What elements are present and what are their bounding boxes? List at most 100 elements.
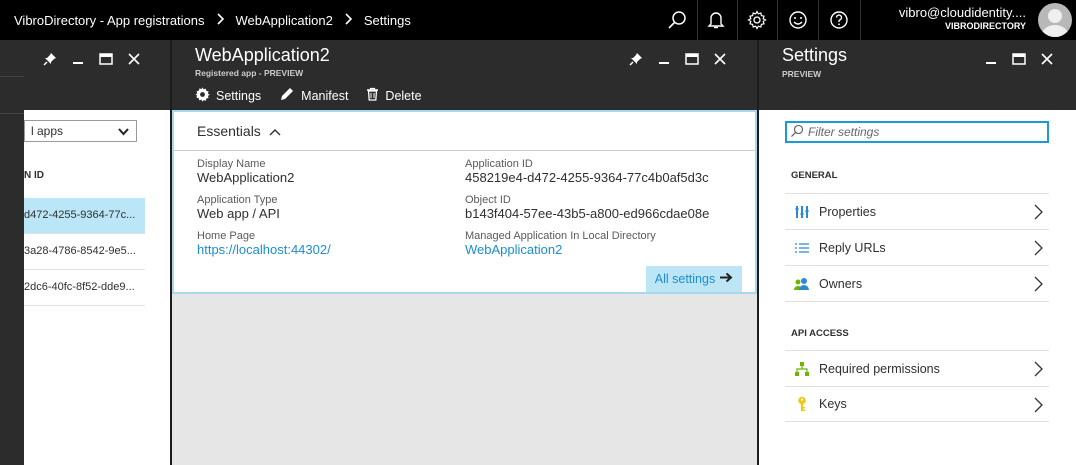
maximize-icon[interactable] xyxy=(678,48,706,70)
row-app-id: 3a28-4786-8542-9e5... xyxy=(24,245,136,257)
close-icon[interactable] xyxy=(1033,48,1061,70)
app-blade: WebApplication2 Registered app - PREVIEW… xyxy=(172,40,757,465)
chevron-right-icon xyxy=(216,12,225,28)
field-value: 458219e4-d472-4255-9364-77c4b0af5d3c xyxy=(465,170,709,185)
settings-item-label: Keys xyxy=(819,397,847,411)
permissions-icon xyxy=(785,361,819,377)
breadcrumb-settings[interactable]: Settings xyxy=(364,13,411,28)
breadcrumb-app-registrations[interactable]: VibroDirectory - App registrations xyxy=(14,13,205,28)
column-header-app-id[interactable]: N ID xyxy=(24,170,44,181)
pencil-icon xyxy=(279,86,295,105)
settings-item-required-permissions[interactable]: Required permissions xyxy=(785,350,1049,386)
list-icon xyxy=(785,242,819,254)
filter-placeholder: Filter settings xyxy=(808,125,880,139)
field-value: Web app / API xyxy=(197,206,280,221)
table-row[interactable]: d472-4255-9364-77c... xyxy=(24,198,145,234)
settings-button-label: Settings xyxy=(216,88,262,103)
managed-application-field: Managed Application In Local Directory W… xyxy=(465,230,656,257)
settings-item-label: Owners xyxy=(819,276,863,291)
bell-icon[interactable] xyxy=(699,4,733,36)
maximize-icon[interactable] xyxy=(92,48,120,70)
essentials-toggle[interactable]: Essentials xyxy=(197,123,281,139)
section-general: GENERAL xyxy=(791,170,838,181)
blade-subtitle: PREVIEW xyxy=(782,69,822,79)
settings-item-owners[interactable]: Owners xyxy=(785,265,1049,301)
command-bar: Settings Manifest Delete xyxy=(195,86,422,105)
chevron-down-icon xyxy=(118,125,129,139)
chevron-right-icon xyxy=(1034,204,1043,225)
app-filter-select[interactable]: l apps xyxy=(24,120,137,142)
field-value: b143f404-57ee-43b5-a800-ed966cdae08e xyxy=(465,206,710,221)
chevron-right-icon xyxy=(1034,240,1043,261)
chevron-right-icon xyxy=(1034,397,1043,418)
delete-button-label: Delete xyxy=(385,88,422,103)
row-app-id: d472-4255-9364-77c... xyxy=(24,209,136,221)
nav-item[interactable] xyxy=(0,76,24,114)
settings-item-label: Reply URLs xyxy=(819,240,886,255)
manifest-button-label: Manifest xyxy=(301,88,349,103)
table-row[interactable]: 2dc6-40fc-8f52-dde9... xyxy=(24,270,145,306)
field-label: Managed Application In Local Directory xyxy=(465,230,656,242)
delete-button[interactable]: Delete xyxy=(366,86,422,105)
gear-icon xyxy=(195,86,210,105)
pin-icon[interactable] xyxy=(36,48,64,70)
display-name-field: Display Name WebApplication2 xyxy=(197,158,294,185)
top-bar: VibroDirectory - App registrations WebAp… xyxy=(0,0,1076,40)
chevron-right-icon xyxy=(344,12,353,28)
close-icon[interactable] xyxy=(706,48,734,70)
blade-title: WebApplication2 xyxy=(195,45,330,65)
avatar[interactable] xyxy=(1038,3,1072,37)
home-page-link[interactable]: https://localhost:44302/ xyxy=(197,242,331,257)
minimize-icon[interactable] xyxy=(64,48,92,70)
properties-icon xyxy=(785,205,819,219)
minimize-icon[interactable] xyxy=(650,48,678,70)
essentials-panel: Essentials Display Name WebApplication2 … xyxy=(172,110,757,294)
breadcrumb-webapplication2[interactable]: WebApplication2 xyxy=(236,13,333,28)
close-icon[interactable] xyxy=(120,48,148,70)
table-row[interactable]: 3a28-4786-8542-9e5... xyxy=(24,234,145,270)
search-icon[interactable] xyxy=(660,4,694,36)
users-icon xyxy=(785,277,819,291)
key-icon xyxy=(785,396,819,412)
help-icon[interactable] xyxy=(822,4,856,36)
settings-button[interactable]: Settings xyxy=(195,86,261,105)
settings-item-keys[interactable]: Keys xyxy=(785,386,1049,422)
trash-icon xyxy=(366,87,379,104)
managed-application-link[interactable]: WebApplication2 xyxy=(465,242,656,257)
section-api-access: API ACCESS xyxy=(791,328,849,339)
breadcrumb: VibroDirectory - App registrations WebAp… xyxy=(14,12,411,28)
manifest-button[interactable]: Manifest xyxy=(279,86,348,105)
arrow-right-icon xyxy=(720,272,733,286)
settings-item-properties[interactable]: Properties xyxy=(785,193,1049,229)
chevron-right-icon xyxy=(1034,276,1043,297)
all-settings-label: All settings xyxy=(654,272,716,286)
smiley-icon[interactable] xyxy=(781,4,815,36)
minimize-icon[interactable] xyxy=(977,48,1005,70)
maximize-icon[interactable] xyxy=(1005,48,1033,70)
blade-header: Settings PREVIEW xyxy=(759,40,1076,110)
blade-subtitle: Registered app - PREVIEW xyxy=(195,68,304,78)
field-label: Application Type xyxy=(197,194,278,206)
left-nav-strip xyxy=(0,40,24,465)
user-account[interactable]: vibro@cloudidentity.... VIBRODIRECTORY xyxy=(899,5,1026,31)
settings-item-label: Properties xyxy=(819,204,876,219)
pin-icon[interactable] xyxy=(622,48,650,70)
field-label: Home Page xyxy=(197,230,256,242)
gear-icon[interactable] xyxy=(740,4,774,36)
essentials-label: Essentials xyxy=(197,123,261,139)
blade-header: WebApplication2 Registered app - PREVIEW… xyxy=(172,40,757,110)
field-label: Application ID xyxy=(465,158,533,170)
filter-settings-input[interactable]: Filter settings xyxy=(785,121,1049,143)
settings-item-reply-urls[interactable]: Reply URLs xyxy=(785,229,1049,265)
settings-blade: Settings PREVIEW Filter settings GENERAL… xyxy=(759,40,1076,465)
field-value: WebApplication2 xyxy=(197,170,295,185)
blade-title: Settings xyxy=(782,45,848,65)
blade-header xyxy=(0,40,170,110)
app-filter-value: l apps xyxy=(31,124,64,138)
application-id-field: Application ID 458219e4-d472-4255-9364-7… xyxy=(465,158,709,185)
search-icon xyxy=(790,124,804,141)
home-page-field: Home Page https://localhost:44302/ xyxy=(197,230,331,257)
all-settings-button[interactable]: All settings xyxy=(646,266,742,292)
chevron-right-icon xyxy=(1034,361,1043,382)
settings-item-label: Required permissions xyxy=(819,361,940,376)
